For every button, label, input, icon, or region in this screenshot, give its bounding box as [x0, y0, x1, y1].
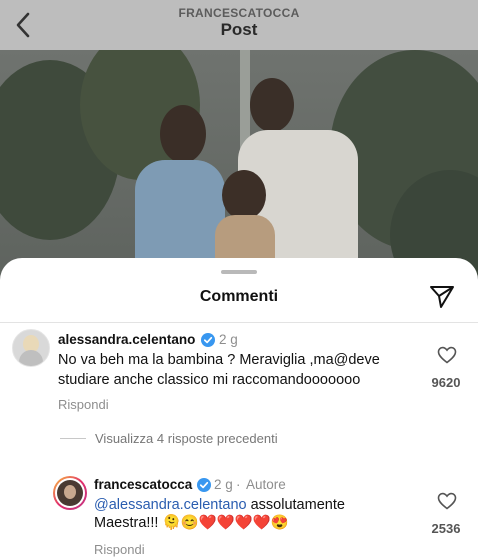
avatar[interactable] — [53, 476, 87, 510]
top-bar: FRANCESCATOCCA Post — [0, 0, 478, 50]
like-count: 2536 — [431, 521, 461, 536]
page-title: Post — [220, 20, 258, 39]
reply-text: assolutamente — [250, 497, 345, 513]
reply-text-exclaim: Maestra!!! — [94, 515, 159, 531]
reply-button[interactable]: Rispondi — [94, 542, 145, 557]
verified-badge-icon — [201, 333, 215, 347]
thread-line — [60, 438, 86, 439]
sheet-divider — [0, 322, 478, 323]
reply-text-line-2: Maestra!!! 🫠😊❤️❤️❤️❤️😍 — [94, 513, 289, 533]
send-icon[interactable] — [428, 284, 456, 310]
comment-text-line-2: studiare anche classico mi raccomandoooo… — [58, 372, 361, 388]
like-count: 9620 — [431, 375, 461, 390]
verified-badge-icon — [197, 478, 211, 492]
like-heart-icon[interactable] — [437, 346, 457, 364]
reply-time: 2 g — [214, 477, 233, 492]
comment-time: 2 g — [219, 332, 238, 347]
reply-emojis: 🫠😊❤️❤️❤️❤️😍 — [162, 515, 289, 531]
comment-username[interactable]: alessandra.celentano — [58, 332, 195, 347]
avatar[interactable] — [12, 329, 50, 367]
like-heart-icon[interactable] — [437, 492, 457, 510]
mention-link[interactable]: @alessandra.celentano — [94, 497, 247, 513]
sheet-drag-handle[interactable] — [221, 270, 257, 274]
post-photo — [0, 50, 478, 280]
author-separator: · — [236, 477, 241, 492]
comments-title: Commenti — [199, 288, 279, 305]
view-previous-replies-button[interactable]: Visualizza 4 risposte precedenti — [95, 431, 278, 446]
reply-username[interactable]: francescatocca — [94, 477, 192, 492]
author-label: Autore — [246, 477, 286, 492]
post-owner-username: FRANCESCATOCCA — [178, 6, 300, 20]
reply-text-line-1: @alessandra.celentano assolutamente — [94, 495, 345, 515]
comment-text-line-1: No va beh ma la bambina ? Meraviglia ,ma… — [58, 352, 380, 368]
reply-button[interactable]: Rispondi — [58, 397, 109, 412]
